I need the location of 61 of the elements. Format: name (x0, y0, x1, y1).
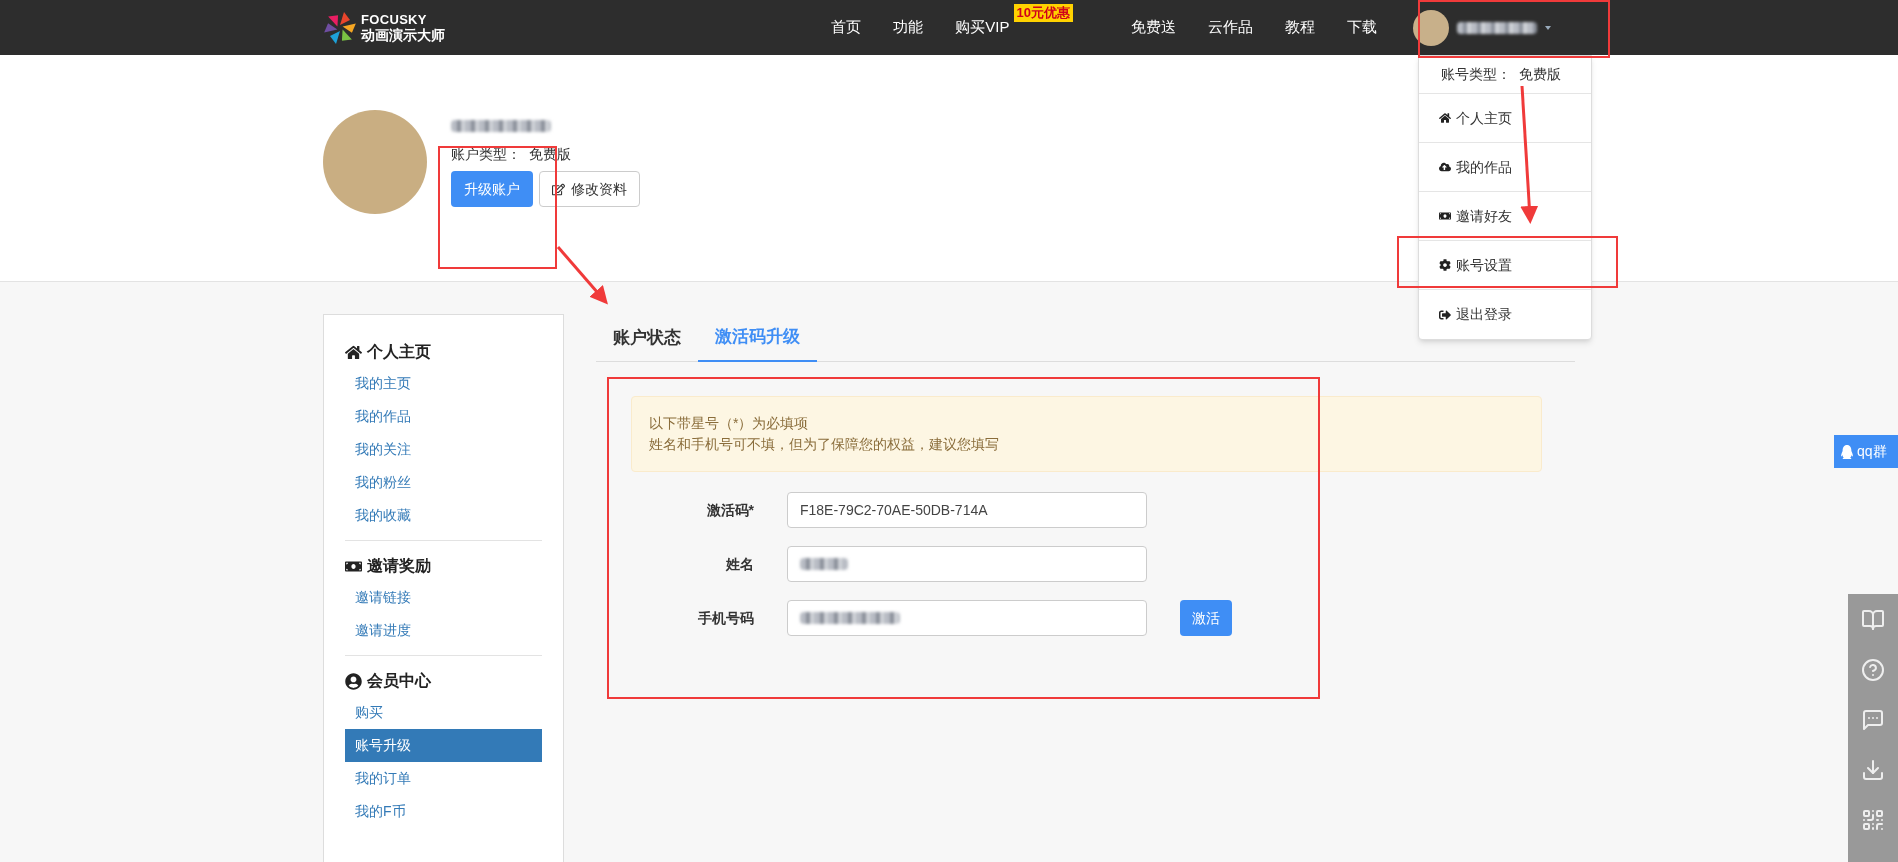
chat-icon[interactable] (1861, 708, 1885, 732)
sidebar-item[interactable]: 我的粉丝 (345, 466, 542, 499)
cloud-upload-icon (1439, 161, 1451, 173)
sidebar-section-title: 邀请奖励 (367, 556, 431, 576)
sidebar-item[interactable]: 我的主页 (345, 367, 542, 400)
input-field[interactable]: F18E-79C2-70AE-50DB-714A (787, 492, 1147, 528)
sidebar-item[interactable]: 我的收藏 (345, 499, 542, 532)
sidebar-item[interactable]: 我的作品 (345, 400, 542, 433)
annotation-arrow (556, 246, 608, 305)
sidebar-item[interactable]: 账号升级 (345, 729, 542, 762)
logout-icon (1439, 308, 1451, 321)
logo-tagline: 动画演示大师 (361, 28, 445, 42)
dropdown-item[interactable]: 账号设置 (1419, 241, 1591, 290)
dropdown-item[interactable]: 邀请好友 (1419, 192, 1591, 241)
tab[interactable]: 账户状态 (596, 314, 698, 362)
sidebar-section-title: 会员中心 (367, 671, 431, 691)
sidebar-item[interactable]: 我的关注 (345, 433, 542, 466)
account-type-label: 账户类型： (451, 145, 521, 164)
logo-brand: FOCUSKY (361, 13, 428, 26)
pinwheel-logo-icon (323, 10, 357, 45)
nav-link[interactable]: 免费送 (1131, 16, 1176, 39)
home-icon (1439, 112, 1451, 124)
nav-link[interactable]: 购买VIP (955, 16, 1010, 39)
field-label: 手机号码 (697, 608, 754, 628)
input-field[interactable] (787, 600, 1147, 636)
banknote-icon (1439, 210, 1451, 222)
input-field[interactable] (787, 546, 1147, 582)
qq-penguin-icon (1840, 444, 1854, 459)
sidebar-item[interactable]: 我的订单 (345, 762, 542, 795)
nav-link[interactable]: 教程 (1285, 16, 1315, 39)
dropdown-item[interactable]: 我的作品 (1419, 143, 1591, 192)
notice-text: 以下带星号（*）为必填项 (649, 414, 810, 433)
sidebar-item[interactable]: 邀请进度 (345, 614, 542, 647)
sidebar-item[interactable]: 邀请链接 (345, 581, 542, 614)
download-icon[interactable] (1861, 758, 1885, 782)
nav-link[interactable]: 云作品 (1208, 16, 1253, 39)
dropdown-item[interactable]: 退出登录 (1419, 290, 1591, 339)
help-icon[interactable] (1861, 658, 1885, 682)
account-type-value: 免费版 (1519, 65, 1561, 84)
edit-icon (552, 182, 565, 196)
blurred-value (800, 558, 848, 570)
account-type-label: 账号类型： (1441, 65, 1511, 84)
sidebar-section-title: 个人主页 (367, 342, 431, 362)
nav-link[interactable]: 功能 (893, 16, 924, 39)
sidebar-item[interactable]: 购买 (345, 696, 542, 729)
qr-code-icon[interactable] (1861, 808, 1885, 832)
dropdown-item[interactable]: 个人主页 (1419, 94, 1591, 143)
nav-link[interactable]: 首页 (831, 16, 862, 39)
caret-icon (1545, 25, 1551, 30)
field-label: 姓名 (725, 554, 754, 574)
nav-link[interactable]: 下载 (1347, 16, 1377, 39)
book-icon[interactable] (1861, 608, 1885, 632)
discount-badge: 10元优惠 (1013, 3, 1073, 22)
settings-icon (1439, 259, 1451, 271)
notice-text: 姓名和手机号可不填，但为了保障您的权益，建议您填写 (649, 435, 1000, 454)
user-icon (345, 672, 362, 690)
edit-profile-button[interactable]: 修改资料 (539, 171, 640, 207)
home-icon (345, 343, 362, 361)
field-label: 激活码* (705, 500, 754, 520)
sidebar-item[interactable]: 我的F币 (345, 795, 542, 828)
avatar-photo (1413, 9, 1449, 46)
